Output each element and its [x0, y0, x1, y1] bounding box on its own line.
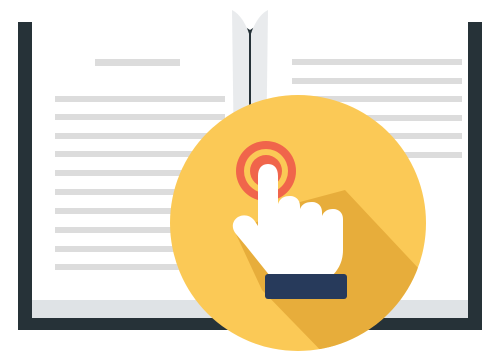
text-line	[292, 59, 462, 65]
hand-cuff	[265, 274, 347, 299]
left-page-heading-line	[95, 59, 180, 66]
book-tap-illustration	[18, 10, 482, 351]
illustration-canvas	[0, 0, 498, 355]
text-line	[55, 133, 225, 139]
text-line	[55, 114, 225, 120]
text-line	[292, 78, 462, 84]
text-line	[55, 96, 225, 102]
